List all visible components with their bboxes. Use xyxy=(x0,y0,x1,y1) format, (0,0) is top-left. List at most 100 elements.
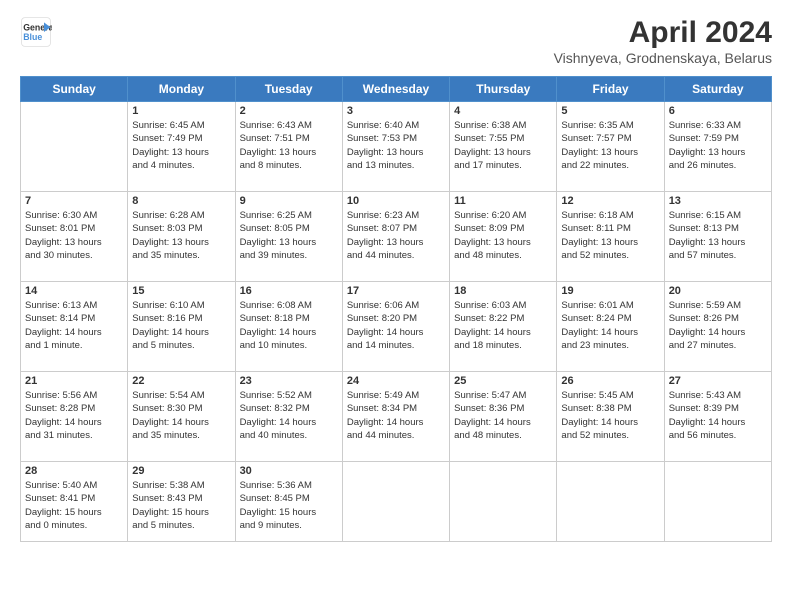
cell-info: Sunrise: 6:30 AM Sunset: 8:01 PM Dayligh… xyxy=(25,209,123,262)
cell-info: Sunrise: 6:45 AM Sunset: 7:49 PM Dayligh… xyxy=(132,119,230,172)
calendar-cell-8: 8 Sunrise: 6:28 AM Sunset: 8:03 PM Daylig… xyxy=(128,192,235,282)
cell-info: Sunrise: 5:45 AM Sunset: 8:38 PM Dayligh… xyxy=(561,389,659,442)
cell-date: 18 xyxy=(454,285,552,297)
calendar-body: 1Sunrise: 6:45 AM Sunset: 7:49 PM Daylig… xyxy=(21,102,772,542)
logo-icon: General Blue xyxy=(20,16,52,48)
calendar-cell-9: 9Sunrise: 6:25 AM Sunset: 8:05 PM Daylig… xyxy=(235,192,342,282)
cell-date: 10 xyxy=(347,195,445,207)
cell-date: 22 xyxy=(132,375,230,387)
calendar-cell-23: 23 Sunrise: 5:52 AM Sunset: 8:32 PM Dayli… xyxy=(235,372,342,462)
calendar-cell-19: 19Sunrise: 6:01 AM Sunset: 8:24 PM Dayli… xyxy=(557,282,664,372)
cell-info: Sunrise: 6:40 AM Sunset: 7:53 PM Dayligh… xyxy=(347,119,445,172)
cell-info: Sunrise: 5:56 AM Sunset: 8:28 PM Dayligh… xyxy=(25,389,123,442)
week-row-5: 28 Sunrise: 5:40 AM Sunset: 8:41 PM Dayli… xyxy=(21,462,772,542)
cell-info: Sunrise: 6:10 AM Sunset: 8:16 PM Dayligh… xyxy=(132,299,230,352)
cell-date: 23 xyxy=(240,375,338,387)
calendar-cell-1: 1Sunrise: 6:45 AM Sunset: 7:49 PM Daylig… xyxy=(128,102,235,192)
cell-date: 30 xyxy=(240,465,338,477)
cell-date: 19 xyxy=(561,285,659,297)
day-header-wednesday: Wednesday xyxy=(342,77,449,102)
cell-info: Sunrise: 6:03 AM Sunset: 8:22 PM Dayligh… xyxy=(454,299,552,352)
calendar-cell-28: 28 Sunrise: 5:40 AM Sunset: 8:41 PM Dayli… xyxy=(21,462,128,542)
week-row-1: 1Sunrise: 6:45 AM Sunset: 7:49 PM Daylig… xyxy=(21,102,772,192)
cell-date: 20 xyxy=(669,285,767,297)
calendar-cell-4: 4 Sunrise: 6:38 AM Sunset: 7:55 PM Daylig… xyxy=(450,102,557,192)
cell-info: Sunrise: 5:49 AM Sunset: 8:34 PM Dayligh… xyxy=(347,389,445,442)
empty-cell xyxy=(664,462,771,542)
cell-date: 27 xyxy=(669,375,767,387)
calendar-cell-17: 17 Sunrise: 6:06 AM Sunset: 8:20 PM Dayli… xyxy=(342,282,449,372)
cell-info: Sunrise: 6:20 AM Sunset: 8:09 PM Dayligh… xyxy=(454,209,552,262)
calendar-cell-22: 22 Sunrise: 5:54 AM Sunset: 8:30 PM Dayli… xyxy=(128,372,235,462)
calendar-cell-10: 10 Sunrise: 6:23 AM Sunset: 8:07 PM Dayli… xyxy=(342,192,449,282)
cell-info: Sunrise: 6:08 AM Sunset: 8:18 PM Dayligh… xyxy=(240,299,338,352)
calendar-cell-24: 24 Sunrise: 5:49 AM Sunset: 8:34 PM Dayli… xyxy=(342,372,449,462)
calendar-cell-16: 16 Sunrise: 6:08 AM Sunset: 8:18 PM Dayli… xyxy=(235,282,342,372)
cell-date: 13 xyxy=(669,195,767,207)
cell-info: Sunrise: 6:06 AM Sunset: 8:20 PM Dayligh… xyxy=(347,299,445,352)
cell-date: 21 xyxy=(25,375,123,387)
empty-cell xyxy=(342,462,449,542)
calendar-table: SundayMondayTuesdayWednesdayThursdayFrid… xyxy=(20,76,772,542)
calendar-cell-11: 11Sunrise: 6:20 AM Sunset: 8:09 PM Dayli… xyxy=(450,192,557,282)
cell-date: 28 xyxy=(25,465,123,477)
calendar-cell-12: 12Sunrise: 6:18 AM Sunset: 8:11 PM Dayli… xyxy=(557,192,664,282)
empty-cell xyxy=(557,462,664,542)
cell-info: Sunrise: 5:52 AM Sunset: 8:32 PM Dayligh… xyxy=(240,389,338,442)
cell-info: Sunrise: 5:36 AM Sunset: 8:45 PM Dayligh… xyxy=(240,479,338,532)
calendar-page: General Blue April 2024 Vishnyeva, Grodn… xyxy=(0,0,792,612)
calendar-cell-30: 30 Sunrise: 5:36 AM Sunset: 8:45 PM Dayli… xyxy=(235,462,342,542)
cell-info: Sunrise: 6:15 AM Sunset: 8:13 PM Dayligh… xyxy=(669,209,767,262)
cell-info: Sunrise: 6:38 AM Sunset: 7:55 PM Dayligh… xyxy=(454,119,552,172)
cell-date: 16 xyxy=(240,285,338,297)
cell-date: 8 xyxy=(132,195,230,207)
day-header-saturday: Saturday xyxy=(664,77,771,102)
cell-info: Sunrise: 6:13 AM Sunset: 8:14 PM Dayligh… xyxy=(25,299,123,352)
calendar-cell-25: 25 Sunrise: 5:47 AM Sunset: 8:36 PM Dayli… xyxy=(450,372,557,462)
calendar-cell-5: 5Sunrise: 6:35 AM Sunset: 7:57 PM Daylig… xyxy=(557,102,664,192)
week-row-2: 7 Sunrise: 6:30 AM Sunset: 8:01 PM Daylig… xyxy=(21,192,772,282)
day-header-thursday: Thursday xyxy=(450,77,557,102)
cell-info: Sunrise: 5:38 AM Sunset: 8:43 PM Dayligh… xyxy=(132,479,230,532)
calendar-cell-7: 7 Sunrise: 6:30 AM Sunset: 8:01 PM Daylig… xyxy=(21,192,128,282)
cell-info: Sunrise: 5:43 AM Sunset: 8:39 PM Dayligh… xyxy=(669,389,767,442)
cell-info: Sunrise: 5:40 AM Sunset: 8:41 PM Dayligh… xyxy=(25,479,123,532)
calendar-cell-27: 27 Sunrise: 5:43 AM Sunset: 8:39 PM Dayli… xyxy=(664,372,771,462)
empty-cell xyxy=(450,462,557,542)
cell-date: 3 xyxy=(347,105,445,117)
week-row-4: 21 Sunrise: 5:56 AM Sunset: 8:28 PM Dayli… xyxy=(21,372,772,462)
calendar-cell-15: 15 Sunrise: 6:10 AM Sunset: 8:16 PM Dayli… xyxy=(128,282,235,372)
cell-info: Sunrise: 5:54 AM Sunset: 8:30 PM Dayligh… xyxy=(132,389,230,442)
empty-cell xyxy=(21,102,128,192)
cell-date: 25 xyxy=(454,375,552,387)
cell-info: Sunrise: 6:35 AM Sunset: 7:57 PM Dayligh… xyxy=(561,119,659,172)
svg-text:Blue: Blue xyxy=(23,32,42,42)
logo: General Blue xyxy=(20,16,52,48)
cell-date: 2 xyxy=(240,105,338,117)
calendar-cell-3: 3 Sunrise: 6:40 AM Sunset: 7:53 PM Daylig… xyxy=(342,102,449,192)
cell-date: 7 xyxy=(25,195,123,207)
cell-info: Sunrise: 6:23 AM Sunset: 8:07 PM Dayligh… xyxy=(347,209,445,262)
cell-info: Sunrise: 6:33 AM Sunset: 7:59 PM Dayligh… xyxy=(669,119,767,172)
subtitle: Vishnyeva, Grodnenskaya, Belarus xyxy=(554,50,772,66)
calendar-cell-2: 2Sunrise: 6:43 AM Sunset: 7:51 PM Daylig… xyxy=(235,102,342,192)
cell-date: 6 xyxy=(669,105,767,117)
cell-info: Sunrise: 5:47 AM Sunset: 8:36 PM Dayligh… xyxy=(454,389,552,442)
cell-date: 14 xyxy=(25,285,123,297)
day-header-row: SundayMondayTuesdayWednesdayThursdayFrid… xyxy=(21,77,772,102)
cell-info: Sunrise: 5:59 AM Sunset: 8:26 PM Dayligh… xyxy=(669,299,767,352)
cell-info: Sunrise: 6:28 AM Sunset: 8:03 PM Dayligh… xyxy=(132,209,230,262)
cell-date: 24 xyxy=(347,375,445,387)
day-header-sunday: Sunday xyxy=(21,77,128,102)
day-header-friday: Friday xyxy=(557,77,664,102)
cell-info: Sunrise: 6:25 AM Sunset: 8:05 PM Dayligh… xyxy=(240,209,338,262)
header: General Blue April 2024 Vishnyeva, Grodn… xyxy=(20,16,772,66)
calendar-cell-13: 13 Sunrise: 6:15 AM Sunset: 8:13 PM Dayli… xyxy=(664,192,771,282)
main-title: April 2024 xyxy=(554,16,772,50)
cell-date: 4 xyxy=(454,105,552,117)
title-block: April 2024 Vishnyeva, Grodnenskaya, Bela… xyxy=(554,16,772,66)
calendar-cell-21: 21 Sunrise: 5:56 AM Sunset: 8:28 PM Dayli… xyxy=(21,372,128,462)
cell-date: 15 xyxy=(132,285,230,297)
cell-date: 17 xyxy=(347,285,445,297)
cell-info: Sunrise: 6:18 AM Sunset: 8:11 PM Dayligh… xyxy=(561,209,659,262)
